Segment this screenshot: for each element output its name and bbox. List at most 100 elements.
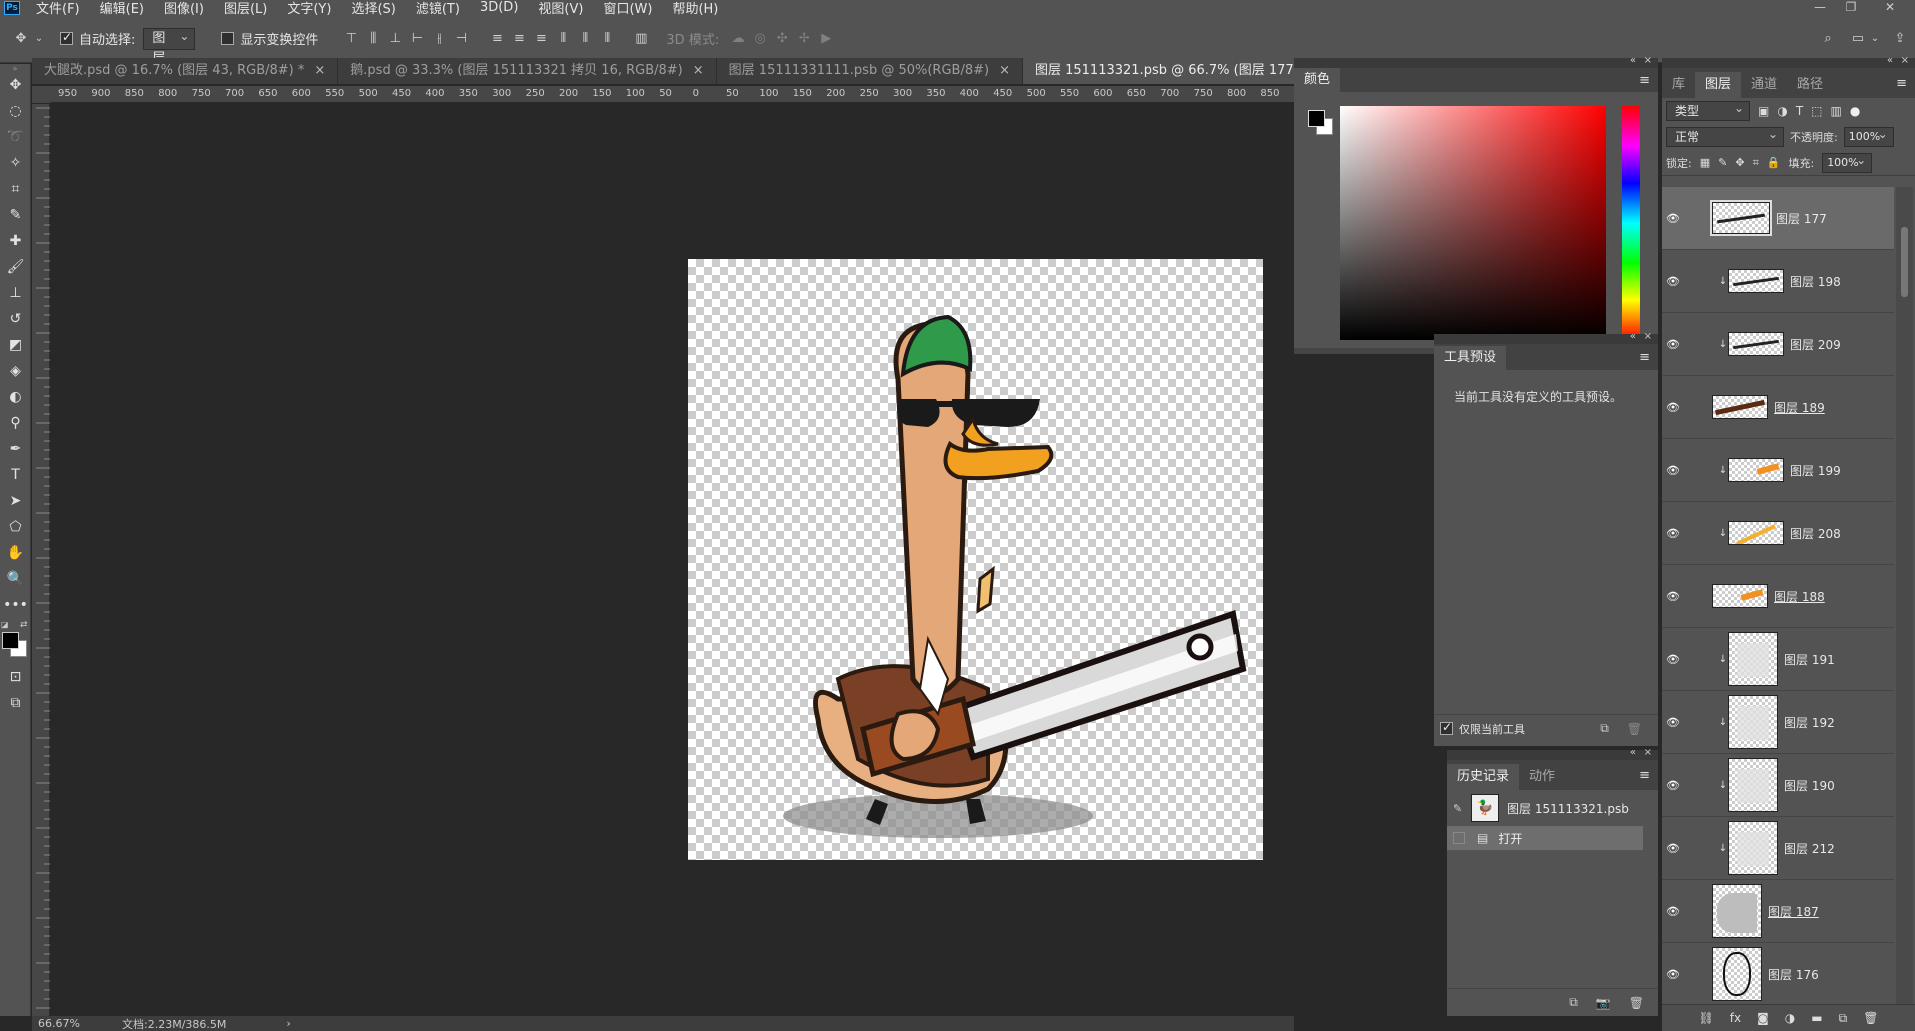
collapse-icon[interactable]: «	[1630, 747, 1636, 758]
workspace-dropdown-icon[interactable]: ⌄	[1869, 28, 1881, 50]
delete-state-icon[interactable]: 🗑	[1629, 996, 1644, 1010]
tab-tool-presets[interactable]: 工具预设	[1434, 346, 1507, 370]
horizontal-ruler[interactable]: 950 900 850 800 750 700 650 600 550 500 450 400 350 3…	[50, 86, 1294, 103]
distribute-vcenter-icon[interactable]: ≡	[508, 28, 530, 50]
dodge-tool-icon[interactable]: ⚲	[0, 410, 31, 436]
align-hcenter-icon[interactable]: ⫲	[428, 28, 450, 50]
distribute-right-icon[interactable]: ⦀	[596, 28, 618, 50]
eraser-tool-icon[interactable]: ◩	[0, 332, 31, 358]
panel-menu-icon[interactable]: ≡	[1639, 350, 1650, 365]
layer-row[interactable]: 👁 ↓ 图层 208	[1662, 502, 1894, 565]
fill-input[interactable]: 100%	[1822, 151, 1873, 173]
magic-wand-tool-icon[interactable]: ✧	[0, 150, 31, 176]
new-adjustment-icon[interactable]: ◑	[1785, 1011, 1795, 1025]
tab-libraries[interactable]: 库	[1662, 72, 1695, 98]
history-source-checkbox[interactable]	[1453, 832, 1465, 844]
shape-tool-icon[interactable]: ⬠	[0, 514, 31, 540]
move-tool-icon[interactable]: ✥	[0, 72, 31, 98]
toolbar-collapse-icon[interactable]: »	[0, 64, 30, 73]
auto-select-target-select[interactable]: 图层	[143, 26, 196, 66]
new-layer-icon[interactable]: ⧉	[1839, 1011, 1848, 1026]
document-canvas[interactable]	[688, 259, 1263, 860]
tab-actions[interactable]: 动作	[1519, 764, 1565, 790]
layer-name[interactable]: 图层 176	[1768, 966, 1819, 983]
hand-tool-icon[interactable]: ✋	[0, 540, 31, 566]
history-brush-source-icon[interactable]: ✎	[1453, 802, 1471, 815]
clone-stamp-tool-icon[interactable]: ⊥	[0, 280, 31, 306]
tab-color[interactable]: 颜色	[1294, 68, 1341, 92]
swap-colors-icon[interactable]: ⇄	[20, 620, 28, 630]
visibility-eye-icon[interactable]: 👁	[1662, 275, 1684, 288]
visibility-eye-icon[interactable]: 👁	[1662, 590, 1684, 603]
layer-name[interactable]: 图层 188	[1774, 588, 1825, 605]
blend-mode-select[interactable]: 正常	[1666, 125, 1784, 147]
lock-artboard-icon[interactable]: ⌗	[1753, 156, 1759, 170]
delete-layer-icon[interactable]: 🗑	[1863, 1011, 1878, 1025]
move-tool-icon[interactable]: ✥	[10, 28, 32, 50]
layer-row[interactable]: 👁 图层 188	[1662, 565, 1894, 628]
layer-row[interactable]: 👁 图层 177	[1662, 187, 1894, 250]
filter-toggle-icon[interactable]: ●	[1850, 104, 1860, 118]
tool-preset-dropdown-icon[interactable]: ⌄	[32, 28, 46, 50]
filter-shape-icon[interactable]: ⬚	[1811, 104, 1822, 118]
visibility-eye-icon[interactable]: 👁	[1662, 464, 1684, 477]
auto-align-icon[interactable]: ▥	[630, 28, 652, 50]
tab-layers[interactable]: 图层	[1695, 72, 1742, 98]
zoom-level[interactable]: 66.67%	[38, 1017, 116, 1030]
ruler-origin[interactable]	[32, 86, 50, 103]
current-tool-only-checkbox[interactable]	[1440, 720, 1453, 735]
minimize-icon[interactable]: —	[1807, 0, 1833, 15]
visibility-eye-icon[interactable]: 👁	[1662, 968, 1684, 981]
close-panel-icon[interactable]: ×	[1644, 331, 1652, 342]
distribute-hcenter-icon[interactable]: ⦀	[574, 28, 596, 50]
visibility-eye-icon[interactable]: 👁	[1662, 401, 1684, 414]
more-tools-icon[interactable]: •••	[0, 592, 31, 618]
foreground-color-swatch[interactable]	[2, 632, 19, 649]
document-tab[interactable]: 图层 15111331111.psb @ 50%(RGB/8#) ×	[717, 58, 1023, 84]
filter-adjustment-icon[interactable]: ◑	[1777, 104, 1787, 118]
restore-icon[interactable]: ❐	[1838, 0, 1864, 15]
history-state-open[interactable]: ▤ 打开	[1447, 826, 1643, 850]
history-snapshot[interactable]: ✎ 🦆 图层 151113321.psb	[1447, 790, 1658, 826]
close-tab-icon[interactable]: ×	[693, 63, 704, 78]
visibility-eye-icon[interactable]: 👁	[1662, 212, 1684, 225]
lasso-tool-icon[interactable]: ➰	[0, 124, 31, 150]
lock-transparent-icon[interactable]: ▦	[1700, 156, 1710, 169]
visibility-eye-icon[interactable]: 👁	[1662, 527, 1684, 540]
roll-3d-icon[interactable]: ◎	[749, 28, 771, 50]
auto-select-checkbox[interactable]	[60, 30, 73, 45]
pen-tool-icon[interactable]: ✒	[0, 436, 31, 462]
distribute-bottom-icon[interactable]: ≡	[530, 28, 552, 50]
type-tool-icon[interactable]: T	[0, 462, 31, 488]
layer-row[interactable]: 👁 ↓ 图层 190	[1662, 754, 1894, 817]
layer-name[interactable]: 图层 191	[1784, 651, 1835, 668]
visibility-eye-icon[interactable]: 👁	[1662, 842, 1684, 855]
layer-name[interactable]: 图层 187	[1768, 903, 1819, 920]
visibility-eye-icon[interactable]: 👁	[1662, 905, 1684, 918]
new-preset-icon[interactable]: ⧉	[1600, 721, 1609, 736]
layer-name[interactable]: 图层 177	[1776, 210, 1827, 227]
blur-tool-icon[interactable]: ◐	[0, 384, 31, 410]
distribute-top-icon[interactable]: ≡	[486, 28, 508, 50]
menu-3d[interactable]: 3D(D)	[480, 0, 518, 15]
marquee-tool-icon[interactable]: ◌	[0, 98, 31, 124]
close-panel-icon[interactable]: ×	[1644, 55, 1652, 66]
close-window-icon[interactable]: ✕	[1877, 0, 1903, 15]
link-layers-icon[interactable]: ⛓	[1699, 1011, 1714, 1025]
layer-name[interactable]: 图层 189	[1774, 399, 1825, 416]
filter-type-icon[interactable]: T	[1796, 104, 1803, 118]
layer-row[interactable]: 👁 图层 187	[1662, 880, 1894, 943]
layer-name[interactable]: 图层 209	[1790, 336, 1841, 353]
distribute-left-icon[interactable]: ⦀	[552, 28, 574, 50]
crop-tool-icon[interactable]: ⌗	[0, 176, 31, 202]
add-mask-icon[interactable]: ◙	[1757, 1011, 1769, 1025]
layer-style-icon[interactable]: fx	[1730, 1011, 1741, 1025]
layer-row[interactable]: 👁 ↓ 图层 199	[1662, 439, 1894, 502]
collapse-icon[interactable]: «	[1887, 55, 1893, 66]
new-document-from-state-icon[interactable]: ⧉	[1569, 995, 1578, 1010]
orbit-3d-icon[interactable]: ☁	[727, 28, 749, 50]
foreground-color-swatch[interactable]	[1308, 110, 1325, 127]
close-panel-icon[interactable]: ×	[1901, 55, 1909, 66]
close-panel-icon[interactable]: ×	[1644, 747, 1652, 758]
filter-kind-select[interactable]: 类型	[1666, 99, 1750, 121]
